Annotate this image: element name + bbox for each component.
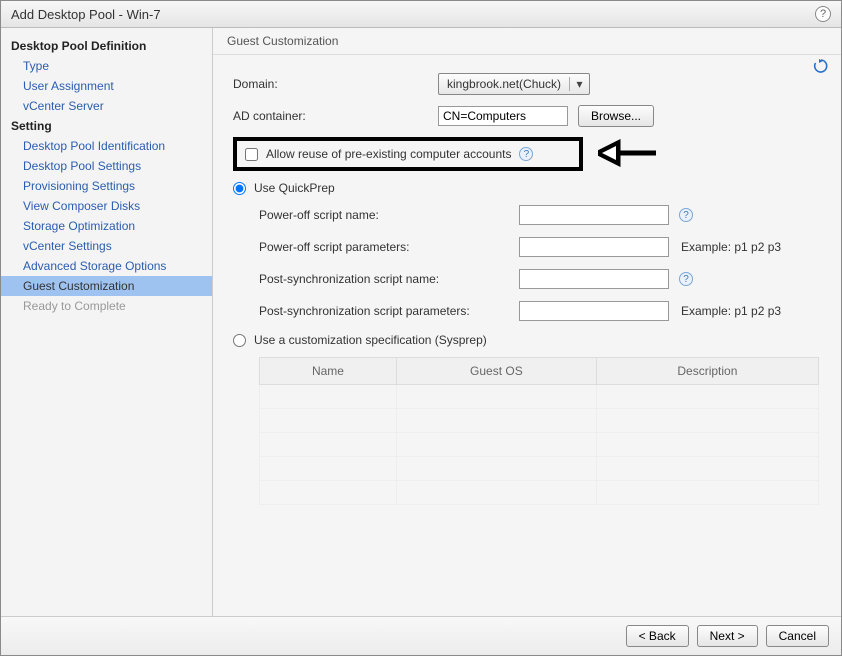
table-row[interactable] (260, 409, 819, 433)
th-description[interactable]: Description (596, 358, 818, 385)
example-poweroff-params: Example: p1 p2 p3 (681, 240, 781, 254)
arrow-annotation-icon (598, 139, 658, 170)
input-postsync-params[interactable] (519, 301, 669, 321)
label-domain: Domain: (233, 77, 438, 91)
row-sysprep: Use a customization specification (Syspr… (233, 333, 821, 347)
input-ad-container[interactable] (438, 106, 568, 126)
row-quickprep: Use QuickPrep (233, 181, 821, 195)
label-sysprep: Use a customization specification (Syspr… (254, 333, 487, 347)
input-poweroff-name[interactable] (519, 205, 669, 225)
content-header: Guest Customization (213, 28, 841, 55)
sidebar-item-type[interactable]: Type (1, 56, 212, 76)
sysprep-table: Name Guest OS Description (259, 357, 819, 505)
help-icon[interactable]: ? (679, 208, 693, 222)
row-postsync-params: Post-synchronization script parameters: … (259, 301, 821, 321)
dropdown-domain[interactable]: kingbrook.net(Chuck) ▾ (438, 73, 590, 95)
sidebar-item-user-assignment[interactable]: User Assignment (1, 76, 212, 96)
window-title: Add Desktop Pool - Win-7 (11, 7, 161, 22)
label-poweroff-params: Power-off script parameters: (259, 240, 519, 254)
row-poweroff-name: Power-off script name: ? (259, 205, 821, 225)
label-allow-reuse: Allow reuse of pre-existing computer acc… (266, 147, 511, 161)
help-icon[interactable]: ? (679, 272, 693, 286)
table-row[interactable] (260, 481, 819, 505)
sidebar-heading-definition: Desktop Pool Definition (1, 36, 212, 56)
back-button[interactable]: < Back (626, 625, 689, 647)
sidebar-item-provisioning[interactable]: Provisioning Settings (1, 176, 212, 196)
sidebar-item-vcenter-settings[interactable]: vCenter Settings (1, 236, 212, 256)
dialog-window: Add Desktop Pool - Win-7 ? Desktop Pool … (0, 0, 842, 656)
label-poweroff-name: Power-off script name: (259, 208, 519, 222)
browse-button[interactable]: Browse... (578, 105, 654, 127)
label-postsync-params: Post-synchronization script parameters: (259, 304, 519, 318)
help-icon[interactable]: ? (815, 6, 831, 22)
input-postsync-name[interactable] (519, 269, 669, 289)
sidebar-item-composer-disks[interactable]: View Composer Disks (1, 196, 212, 216)
dropdown-domain-value: kingbrook.net(Chuck) (439, 77, 569, 91)
sidebar-item-vcenter-server[interactable]: vCenter Server (1, 96, 212, 116)
quickprep-sub-block: Power-off script name: ? Power-off scrip… (259, 205, 821, 321)
table-row[interactable] (260, 433, 819, 457)
checkbox-allow-reuse[interactable] (245, 148, 258, 161)
sidebar-item-storage-optimization[interactable]: Storage Optimization (1, 216, 212, 236)
label-postsync-name: Post-synchronization script name: (259, 272, 519, 286)
sidebar-item-pool-identification[interactable]: Desktop Pool Identification (1, 136, 212, 156)
sidebar-item-ready-complete: Ready to Complete (1, 296, 212, 316)
example-postsync-params: Example: p1 p2 p3 (681, 304, 781, 318)
table-row[interactable] (260, 457, 819, 481)
content-area: Guest Customization Domain: kingbrook.ne… (213, 28, 841, 616)
radio-sysprep[interactable] (233, 334, 246, 347)
cancel-button[interactable]: Cancel (766, 625, 829, 647)
sidebar-item-pool-settings[interactable]: Desktop Pool Settings (1, 156, 212, 176)
help-icon[interactable]: ? (519, 147, 533, 161)
label-ad-container: AD container: (233, 109, 438, 123)
sidebar-item-guest-customization[interactable]: Guest Customization (1, 276, 212, 296)
label-quickprep: Use QuickPrep (254, 181, 335, 195)
th-name[interactable]: Name (260, 358, 397, 385)
input-poweroff-params[interactable] (519, 237, 669, 257)
sidebar-item-advanced-storage[interactable]: Advanced Storage Options (1, 256, 212, 276)
row-ad-container: AD container: Browse... (233, 105, 821, 127)
row-domain: Domain: kingbrook.net(Chuck) ▾ (233, 73, 821, 95)
refresh-icon[interactable] (813, 58, 829, 78)
chevron-down-icon: ▾ (569, 77, 589, 91)
content-body: Domain: kingbrook.net(Chuck) ▾ AD contai… (213, 55, 841, 616)
sysprep-sub-block: Name Guest OS Description (259, 357, 821, 505)
titlebar: Add Desktop Pool - Win-7 ? (1, 1, 841, 28)
row-postsync-name: Post-synchronization script name: ? (259, 269, 821, 289)
next-button[interactable]: Next > (697, 625, 758, 647)
footer: < Back Next > Cancel (1, 616, 841, 655)
sidebar-heading-setting: Setting (1, 116, 212, 136)
radio-quickprep[interactable] (233, 182, 246, 195)
th-guest-os[interactable]: Guest OS (396, 358, 596, 385)
highlight-allow-reuse: Allow reuse of pre-existing computer acc… (233, 137, 583, 171)
sidebar: Desktop Pool Definition Type User Assign… (1, 28, 213, 616)
table-row[interactable] (260, 385, 819, 409)
row-poweroff-params: Power-off script parameters: Example: p1… (259, 237, 821, 257)
body-area: Desktop Pool Definition Type User Assign… (1, 28, 841, 616)
